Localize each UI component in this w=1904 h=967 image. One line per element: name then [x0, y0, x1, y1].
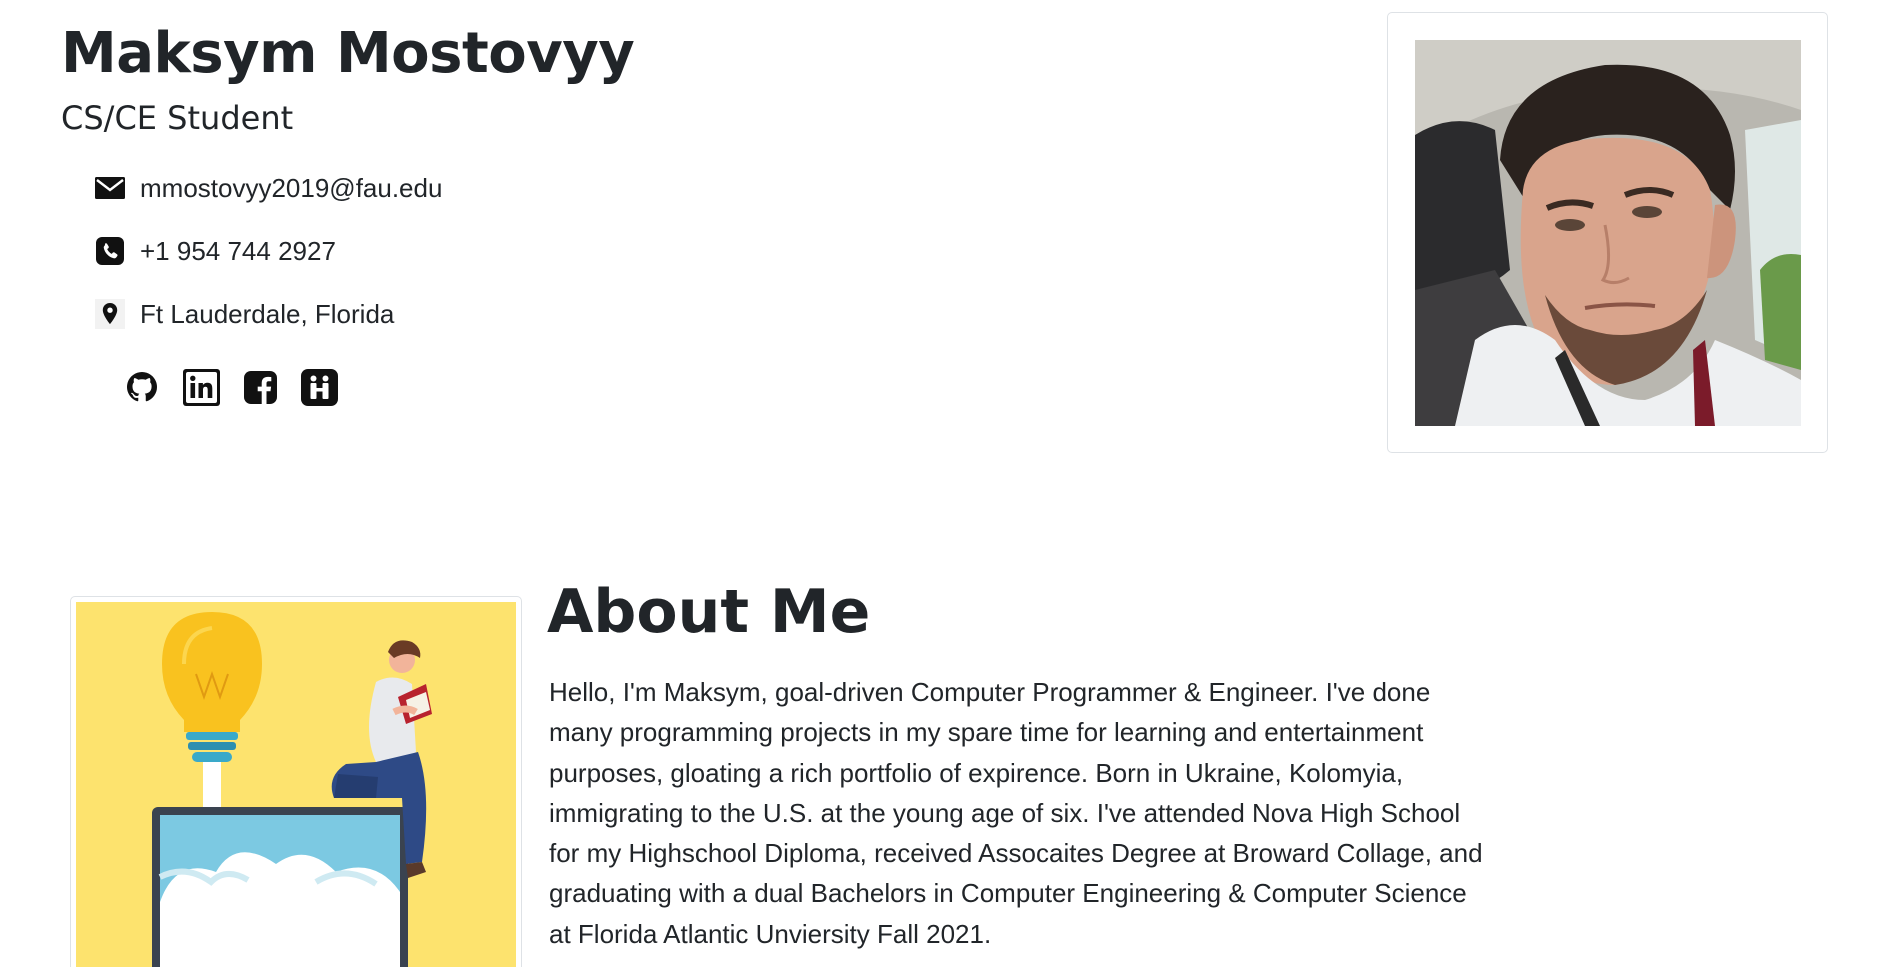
contact-email: mmostovyy2019@fau.edu — [93, 171, 442, 205]
about-paragraph: Hello, I'm Maksym, goal-driven Computer … — [549, 672, 1549, 954]
about-line: at Florida Atlantic Unviersity Fall 2021… — [549, 918, 992, 949]
linkedin-icon[interactable] — [181, 367, 221, 407]
phone-number: +1 954 744 2927 — [140, 235, 336, 266]
about-line: immigrating to the U.S. at the young age… — [549, 797, 1461, 828]
map-pin-icon — [93, 297, 127, 331]
person-reading-illustration — [76, 602, 516, 967]
contact-location: Ft Lauderdale, Florida — [93, 297, 394, 331]
about-line: purposes, gloating a rich portfolio of e… — [549, 757, 1404, 788]
email-link[interactable]: mmostovyy2019@fau.edu — [140, 173, 442, 204]
about-line: Hello, I'm Maksym, goal-driven Computer … — [549, 677, 1431, 707]
handshake-icon[interactable] — [299, 367, 339, 407]
contact-phone: +1 954 744 2927 — [93, 234, 336, 268]
profile-photo — [1415, 40, 1801, 426]
social-links — [122, 367, 339, 407]
about-line: graduating with a dual Bachelors in Comp… — [549, 878, 1467, 909]
github-icon[interactable] — [122, 367, 162, 407]
location-text: Ft Lauderdale, Florida — [140, 298, 395, 329]
profile-photo-card — [1387, 12, 1828, 453]
facebook-icon[interactable] — [240, 367, 280, 407]
page-title: Maksym Mostovyy — [61, 21, 635, 86]
about-heading: About Me — [547, 577, 871, 647]
phone-icon — [93, 234, 127, 268]
page-subtitle: CS/CE Student — [61, 99, 294, 137]
about-illustration-card — [70, 596, 522, 967]
envelope-icon — [93, 171, 127, 205]
resume-page: Maksym Mostovyy CS/CE Student mmostovyy2… — [0, 0, 1904, 967]
about-line: many programming projects in my spare ti… — [549, 717, 1424, 748]
about-line: for my Highschool Diploma, received Asso… — [549, 838, 1483, 869]
